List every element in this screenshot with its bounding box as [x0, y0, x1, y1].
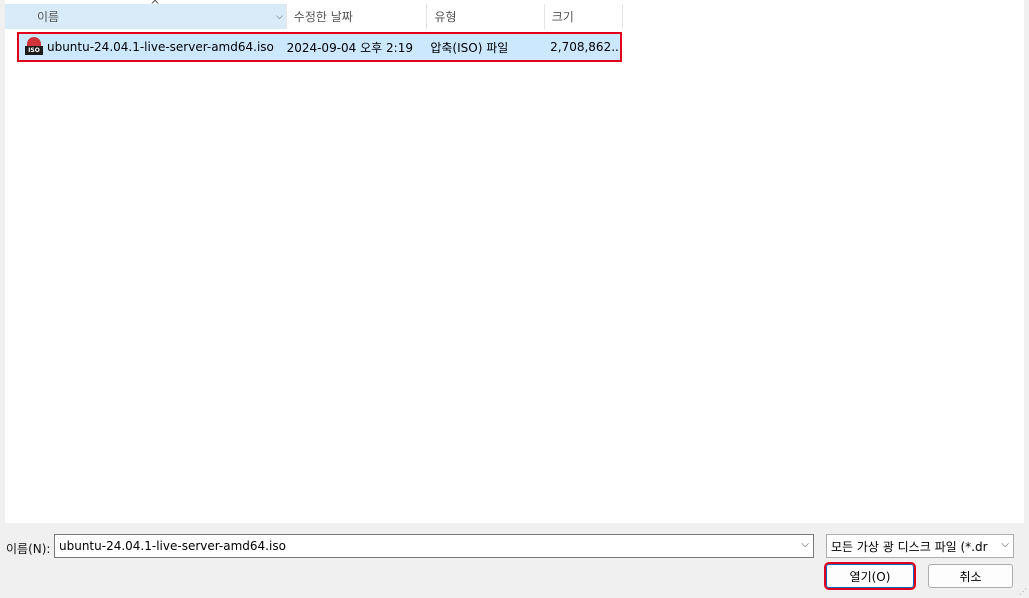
- file-list-pane[interactable]: ^ 이름 ⌵ 수정한 날짜 유형 크기 ISO ubuntu-24.04.1-l…: [5, 0, 1024, 523]
- iso-file-icon: ISO: [25, 37, 47, 57]
- column-header-name-label: 이름: [37, 10, 60, 24]
- column-header-name[interactable]: ^ 이름: [5, 0, 274, 29]
- chevron-down-icon: ⌵: [276, 11, 283, 22]
- file-type: 압축(ISO) 파일: [430, 40, 509, 55]
- resize-grip-icon[interactable]: ⋰: [1019, 587, 1027, 596]
- chevron-down-icon[interactable]: ⌵: [801, 539, 809, 550]
- open-button[interactable]: 열기(O): [824, 562, 916, 590]
- filename-combobox[interactable]: ⌵: [54, 534, 814, 558]
- dialog-footer: 이름(N): ⌵ 모든 가상 광 디스크 파일 (*.dr ⌵ 열기(O) 취소…: [0, 523, 1029, 598]
- file-type-filter[interactable]: 모든 가상 광 디스크 파일 (*.dr ⌵: [826, 534, 1014, 558]
- chevron-down-icon: ⌵: [1001, 539, 1009, 550]
- file-row[interactable]: ISO ubuntu-24.04.1-live-server-amd64.iso…: [17, 32, 622, 62]
- column-header-type[interactable]: 유형: [427, 4, 545, 29]
- file-type-filter-value: 모든 가상 광 디스크 파일 (*.dr: [831, 539, 988, 554]
- column-name-menu[interactable]: ⌵: [273, 4, 287, 29]
- cancel-button[interactable]: 취소: [928, 564, 1013, 588]
- column-header-type-label: 유형: [434, 10, 457, 24]
- file-size: 2,708,862...: [550, 40, 620, 54]
- file-date: 2024-09-04 오후 2:19: [286, 40, 413, 55]
- column-header-date-label: 수정한 날짜: [293, 10, 353, 24]
- column-header-date[interactable]: 수정한 날짜: [287, 4, 428, 29]
- column-header-size[interactable]: 크기: [545, 4, 623, 29]
- sort-ascending-icon: ^: [150, 0, 161, 12]
- filename-input[interactable]: [55, 539, 785, 553]
- column-header: ^ 이름 ⌵ 수정한 날짜 유형 크기: [5, 0, 623, 29]
- column-header-size-label: 크기: [551, 10, 574, 24]
- file-name: ubuntu-24.04.1-live-server-amd64.iso: [46, 40, 274, 54]
- filename-label: 이름(N):: [6, 542, 51, 556]
